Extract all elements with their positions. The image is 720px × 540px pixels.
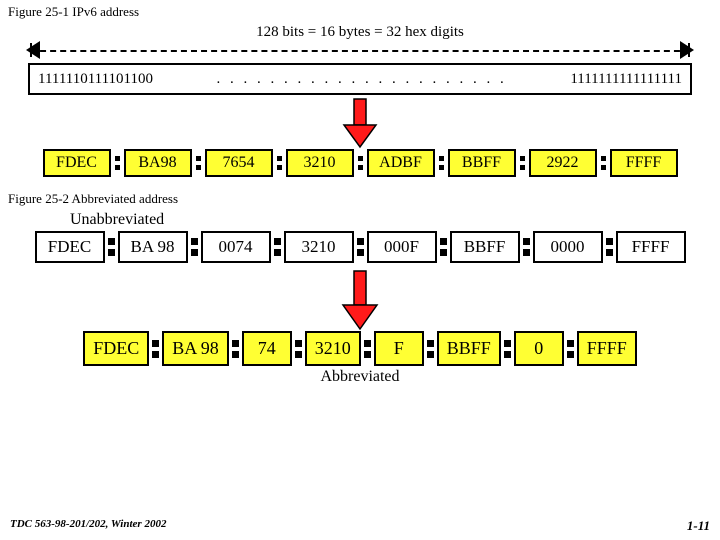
down-arrow-2 <box>0 269 720 331</box>
footer: TDC 563-98-201/202, Winter 2002 1-11 <box>0 518 720 534</box>
tick-right <box>688 43 690 57</box>
arrow-down-icon <box>337 269 383 331</box>
hex-cell: 3210 <box>286 149 354 177</box>
hex-cell: 74 <box>242 331 292 366</box>
hex-row-abbreviated: FDEC BA 98 74 3210 F BBFF 0 FFFF <box>40 331 680 366</box>
colon-icon <box>107 238 116 256</box>
colon-icon <box>438 156 445 170</box>
colon-icon <box>195 156 202 170</box>
colon-icon <box>605 238 614 256</box>
colon-icon <box>503 340 512 358</box>
hex-cell: FDEC <box>35 231 105 263</box>
unabbreviated-label: Unabbreviated <box>0 211 720 229</box>
hex-cell: 0074 <box>201 231 271 263</box>
hex-cell: 000F <box>367 231 437 263</box>
footer-left: TDC 563-98-201/202, Winter 2002 <box>10 518 166 534</box>
hex-cell: BBFF <box>448 149 516 177</box>
colon-icon <box>190 238 199 256</box>
hex-cell: 0000 <box>533 231 603 263</box>
hex-cell: FDEC <box>43 149 111 177</box>
dashed-span <box>30 50 690 52</box>
binary-left: 1111110111101100 <box>38 71 153 88</box>
abbreviated-label: Abbreviated <box>0 368 720 386</box>
hex-cell: BBFF <box>450 231 520 263</box>
hex-cell: 7654 <box>205 149 273 177</box>
hex-cell: 3210 <box>284 231 354 263</box>
hex-cell: FFFF <box>610 149 678 177</box>
hex-cell: 0 <box>514 331 564 366</box>
colon-icon <box>276 156 283 170</box>
colon-icon <box>522 238 531 256</box>
colon-icon <box>151 340 160 358</box>
hex-cell: ADBF <box>367 149 435 177</box>
colon-icon <box>519 156 526 170</box>
hex-cell: BA 98 <box>118 231 188 263</box>
arrow-right-icon <box>680 41 694 59</box>
dimension-line <box>30 41 690 59</box>
hex-cell: 3210 <box>305 331 361 366</box>
hex-row-full: FDEC BA98 7654 3210 ADBF BBFF 2922 FFFF <box>14 149 706 177</box>
bit-length-label: 128 bits = 16 bytes = 32 hex digits <box>0 24 720 41</box>
hex-row-unabbreviated: FDEC BA 98 0074 3210 000F BBFF 0000 FFFF <box>40 231 680 263</box>
arrow-down-icon <box>338 97 382 149</box>
binary-ellipsis: . . . . . . . . . . . . . . . . . . . . … <box>153 71 570 88</box>
hex-cell: FFFF <box>616 231 686 263</box>
colon-icon <box>273 238 282 256</box>
colon-icon <box>363 340 372 358</box>
colon-icon <box>426 340 435 358</box>
colon-icon <box>439 238 448 256</box>
colon-icon <box>294 340 303 358</box>
colon-icon <box>600 156 607 170</box>
figure-25-2-caption: Figure 25-2 Abbreviated address <box>0 187 720 209</box>
colon-icon <box>566 340 575 358</box>
binary-box: 1111110111101100 . . . . . . . . . . . .… <box>28 63 692 95</box>
hex-cell: BA 98 <box>162 331 229 366</box>
tick-left <box>30 43 32 57</box>
colon-icon <box>357 156 364 170</box>
hex-cell: F <box>374 331 424 366</box>
hex-cell: BA98 <box>124 149 192 177</box>
hex-cell: 2922 <box>529 149 597 177</box>
figure-25-1-caption: Figure 25-1 IPv6 address <box>0 0 720 22</box>
colon-icon <box>114 156 121 170</box>
hex-cell: FDEC <box>83 331 149 366</box>
page-number: 1-11 <box>687 518 710 534</box>
binary-right: 1111111111111111 <box>570 71 690 88</box>
hex-cell: BBFF <box>437 331 501 366</box>
colon-icon <box>356 238 365 256</box>
hex-cell: FFFF <box>577 331 637 366</box>
colon-icon <box>231 340 240 358</box>
down-arrow-1 <box>0 97 720 149</box>
